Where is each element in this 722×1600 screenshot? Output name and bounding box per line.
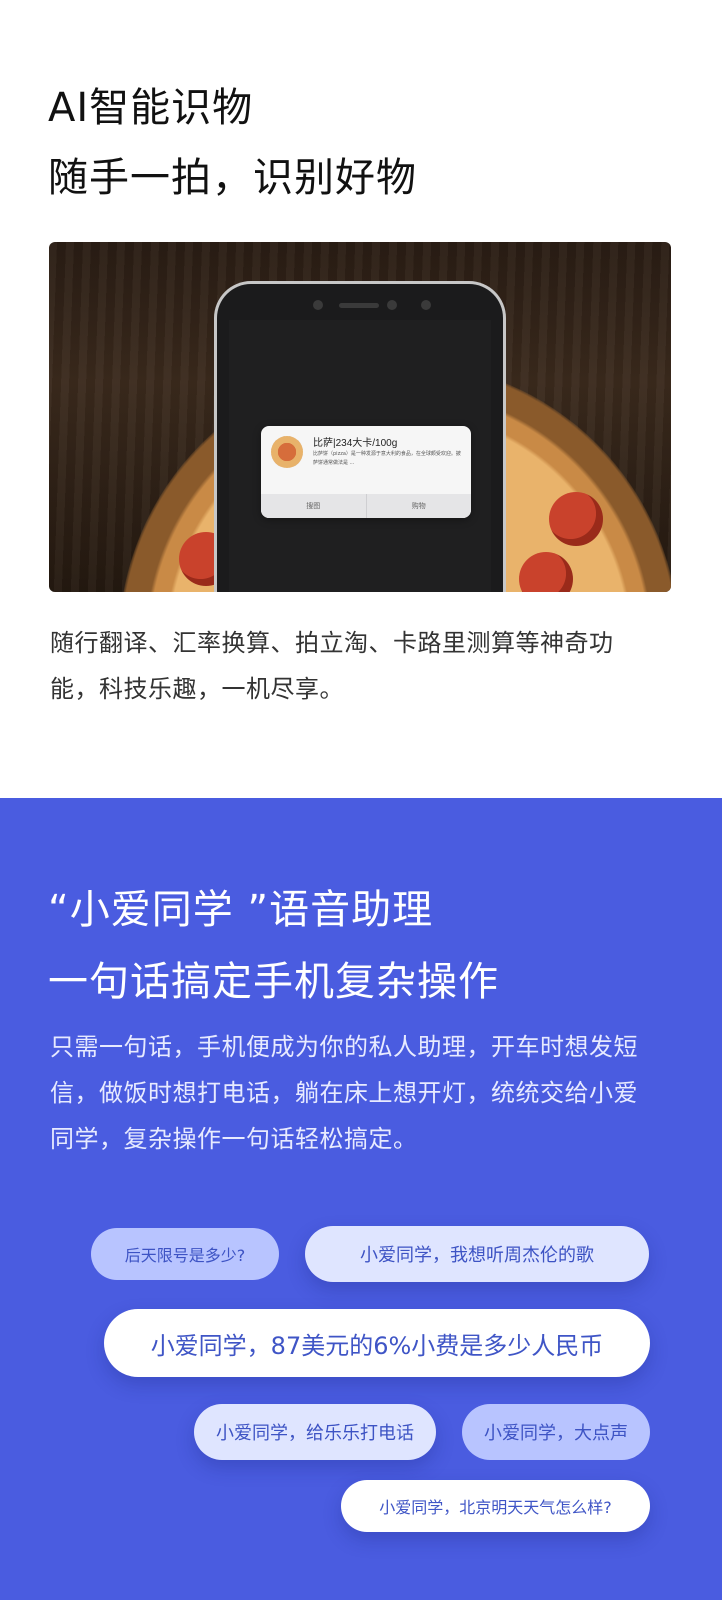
sensor-icon — [421, 300, 431, 310]
voice-section-title-line2: 一句话搞定手机复杂操作 — [48, 959, 499, 1005]
phone-mockup: 比萨|234大卡/100g 比萨饼（pizza）是一种发源于意大利的食品，在全球… — [217, 284, 503, 592]
result-actions: 搜图 购物 — [261, 494, 471, 518]
voice-section-title-line1: “小爱同学 ”语音助理 — [48, 887, 434, 933]
ai-recognition-section: AI智能识物 随手一拍，识别好物 比萨|234大卡/100g 比萨饼（pizza… — [0, 0, 722, 798]
pepperoni-icon — [549, 492, 603, 546]
voice-command-bubble-traffic: 后天限号是多少? — [91, 1228, 279, 1280]
voice-section-description: 只需一句话，手机便成为你的私人助理，开车时想发短信，做饭时想打电话，躺在床上想开… — [50, 1033, 638, 1153]
shopping-button[interactable]: 购物 — [367, 494, 472, 518]
ai-section-title-line2: 随手一拍，识别好物 — [48, 155, 417, 201]
pizza-photo: 比萨|234大卡/100g 比萨饼（pizza）是一种发源于意大利的食品，在全球… — [49, 242, 671, 592]
ai-section-description: 随行翻译、汇率换算、拍立淘、卡路里测算等神奇功能，科技乐趣，一机尽享。 — [50, 629, 614, 703]
voice-command-bubble-volume: 小爱同学，大点声 — [462, 1404, 650, 1460]
speaker-grille — [339, 303, 379, 308]
voice-command-bubble-currency: 小爱同学，87美元的6%小费是多少人民币 — [104, 1309, 650, 1377]
voice-command-bubble-music: 小爱同学，我想听周杰伦的歌 — [305, 1226, 649, 1282]
voice-assistant-section: “小爱同学 ”语音助理 一句话搞定手机复杂操作 只需一句话，手机便成为你的私人助… — [0, 798, 722, 1600]
voice-command-bubble-call: 小爱同学，给乐乐打电话 — [194, 1404, 436, 1460]
page: AI智能识物 随手一拍，识别好物 比萨|234大卡/100g 比萨饼（pizza… — [0, 0, 722, 1600]
recognition-result-card[interactable]: 比萨|234大卡/100g 比萨饼（pizza）是一种发源于意大利的食品，在全球… — [261, 426, 471, 518]
result-description: 比萨饼（pizza）是一种发源于意大利的食品，在全球颇受欢迎。披萨饼通常做法是 … — [313, 451, 461, 466]
phone-screen: 比萨|234大卡/100g 比萨饼（pizza）是一种发源于意大利的食品，在全球… — [229, 320, 491, 592]
search-image-button[interactable]: 搜图 — [261, 494, 367, 518]
pepperoni-icon — [519, 552, 573, 592]
front-camera-icon — [313, 300, 323, 310]
sensor-icon — [387, 300, 397, 310]
result-title: 比萨|234大卡/100g — [313, 438, 398, 449]
ai-section-title-line1: AI智能识物 — [48, 85, 254, 131]
voice-command-bubble-weather: 小爱同学，北京明天天气怎么样? — [341, 1480, 650, 1532]
pizza-thumbnail-icon — [271, 436, 303, 468]
